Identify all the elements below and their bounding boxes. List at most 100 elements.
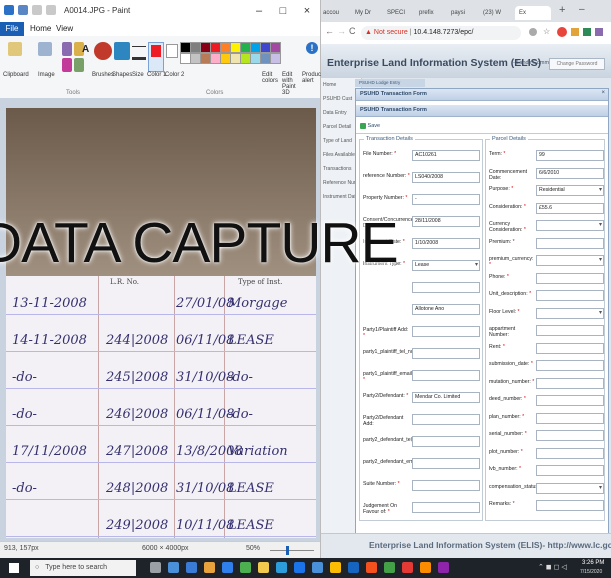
form-input[interactable] — [536, 482, 604, 494]
save-icon[interactable] — [18, 5, 28, 15]
taskbar-app-icon[interactable] — [420, 562, 431, 573]
undo-icon[interactable] — [32, 5, 42, 15]
form-input[interactable]: 28/11/2008 — [412, 216, 480, 227]
form-input[interactable] — [536, 412, 604, 424]
form-input[interactable] — [536, 377, 604, 389]
form-input[interactable]: Residential — [536, 185, 604, 196]
left-nav-item[interactable]: Reference Number — [323, 180, 359, 186]
form-input[interactable]: 99 — [536, 150, 604, 161]
form-input[interactable] — [412, 458, 480, 469]
left-nav-item[interactable]: Instrument Date — [323, 194, 359, 200]
info-icon[interactable]: ! — [306, 42, 318, 54]
taskbar-app-icon[interactable] — [384, 562, 395, 573]
reload-icon[interactable]: C — [349, 26, 356, 36]
form-input[interactable]: 6/6/2010 — [536, 167, 604, 179]
taskbar-app-icon[interactable] — [366, 562, 377, 573]
form-input[interactable] — [536, 342, 604, 354]
maximize-button[interactable]: □ — [272, 3, 294, 19]
redo-icon[interactable] — [46, 5, 56, 15]
opera-icon[interactable] — [557, 27, 567, 37]
form-input[interactable] — [412, 326, 480, 337]
taskbar-app-icon[interactable] — [240, 562, 251, 573]
left-nav-item[interactable]: Transactions — [323, 166, 359, 172]
form-input[interactable] — [536, 500, 604, 511]
palette-swatch[interactable] — [270, 42, 281, 53]
taskbar-app-icon[interactable] — [402, 562, 413, 573]
taskbar-app-icon[interactable] — [348, 562, 359, 573]
taskbar-app-icon[interactable] — [312, 562, 323, 573]
form-input[interactable]: Lease — [412, 260, 480, 271]
form-input[interactable]: £55.6 — [536, 202, 604, 214]
taskbar-app-icon[interactable] — [204, 562, 215, 573]
canvas-photo[interactable]: L.R. No. Type of Inst. 13-11-2008 27/01/0… — [6, 108, 316, 538]
form-input[interactable] — [536, 290, 604, 301]
form-input[interactable] — [536, 255, 604, 266]
new-tab-button[interactable]: + — [559, 4, 565, 16]
taskbar-app-icon[interactable] — [222, 562, 233, 573]
view-tab[interactable]: View — [56, 22, 73, 36]
tab-active[interactable]: Ex — [515, 6, 551, 20]
star-icon[interactable]: ☆ — [543, 27, 550, 36]
brushes-icon[interactable] — [94, 42, 112, 60]
key-icon[interactable] — [529, 28, 537, 36]
modal-close-icon[interactable]: × — [601, 90, 605, 96]
zoom-slider[interactable] — [270, 550, 314, 551]
taskbar-app-icon[interactable] — [330, 562, 341, 573]
palette-swatch[interactable] — [270, 53, 281, 64]
form-input[interactable] — [412, 414, 480, 425]
start-icon[interactable] — [9, 563, 19, 573]
tray-icons[interactable]: ⌃ ◼ ◻ ◁ — [538, 563, 567, 571]
form-input[interactable] — [412, 480, 480, 491]
form-input[interactable] — [536, 465, 604, 476]
tab-prefix[interactable]: prefix — [419, 6, 449, 20]
save-button[interactable]: Save — [360, 121, 380, 131]
form-input[interactable] — [536, 430, 604, 441]
color2-button[interactable] — [166, 44, 178, 58]
tab-paysi[interactable]: paysi — [451, 6, 481, 20]
taskbar-app-icon[interactable] — [186, 562, 197, 573]
extension-icon[interactable] — [571, 28, 579, 36]
url-input[interactable]: ▲ Not secure | 10.4.148.7273/epc/ — [361, 26, 521, 40]
form-input[interactable]: LS040/2008 — [412, 172, 480, 183]
forward-icon[interactable]: → — [337, 26, 346, 36]
taskbar-app-icon[interactable] — [276, 562, 287, 573]
form-input[interactable] — [412, 370, 480, 381]
form-input[interactable] — [536, 447, 604, 459]
form-input[interactable] — [536, 237, 604, 249]
edit-colors-label[interactable]: Edit colors — [262, 72, 280, 84]
clipboard-icon[interactable] — [8, 42, 22, 56]
change-password-button[interactable]: Change Password — [549, 58, 605, 70]
tab-speci[interactable]: SPECI — [387, 6, 417, 20]
tab-accou[interactable]: accou — [323, 6, 353, 20]
form-input[interactable] — [536, 360, 604, 371]
left-nav-item[interactable]: PSUHD Cust — [323, 96, 359, 102]
form-input[interactable]: - — [412, 194, 480, 205]
left-nav-item[interactable]: Type of Land — [323, 138, 359, 144]
pencil-icon[interactable] — [62, 42, 72, 56]
left-nav-item[interactable]: Home — [323, 82, 359, 88]
eraser-icon[interactable] — [62, 58, 72, 72]
extension-icon[interactable] — [583, 28, 591, 36]
form-input[interactable] — [536, 307, 604, 319]
product-alert-label[interactable]: Product alert — [302, 72, 323, 84]
taskbar-app-icon[interactable] — [258, 562, 269, 573]
form-input[interactable] — [412, 282, 480, 293]
text-icon[interactable]: A — [82, 44, 89, 55]
left-nav-item[interactable]: Parcel Detail — [323, 124, 359, 130]
form-input[interactable]: 1/10/2008 — [412, 238, 480, 249]
color1-button[interactable] — [148, 42, 164, 72]
shapes-icon[interactable] — [114, 42, 130, 60]
form-input[interactable] — [536, 220, 604, 231]
left-nav-item[interactable]: Files Available — [323, 152, 359, 158]
minimize-button[interactable]: – — [248, 3, 270, 19]
zoom-slider-thumb[interactable] — [286, 546, 289, 555]
taskbar-app-icon[interactable] — [168, 562, 179, 573]
left-nav-item[interactable]: Data Entry — [323, 110, 359, 116]
tab-my-drive[interactable]: My Dr — [355, 6, 385, 20]
extension-icon[interactable] — [595, 28, 603, 36]
close-button[interactable]: × — [296, 3, 318, 19]
back-icon[interactable]: ← — [325, 26, 334, 36]
form-input[interactable] — [536, 272, 604, 284]
form-input[interactable] — [412, 436, 480, 447]
tab-whatsapp[interactable]: (23) W — [483, 6, 513, 20]
